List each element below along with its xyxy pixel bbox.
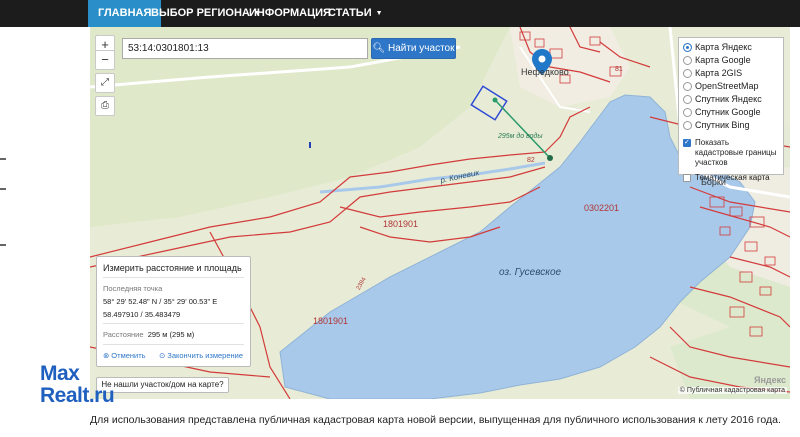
- layer-option-2gis[interactable]: Карта 2GIS: [683, 67, 779, 80]
- search-icon: 🔍︎: [372, 43, 386, 54]
- expand-icon: ⤢: [101, 77, 109, 88]
- thematic-map-checkbox[interactable]: Тематическая карта: [683, 173, 779, 183]
- radio-icon: [683, 121, 692, 130]
- top-navbar: ГЛАВНАЯ ВЫБОР РЕГИОНА ▼ ИНФОРМАЦИЯ СТАТЬИ…: [0, 0, 800, 27]
- edge-mark: [0, 188, 6, 190]
- distance-label: Расстояние: [103, 330, 144, 339]
- radio-icon: [683, 43, 692, 52]
- radio-icon: [683, 82, 692, 91]
- map-layers-panel: Карта Яндекс Карта Google Карта 2GIS Ope…: [678, 37, 784, 182]
- label-num-81: 81: [615, 66, 623, 73]
- measure-panel: Измерить расстояние и площадь Последняя …: [96, 256, 251, 367]
- label-num-82: 82: [527, 157, 535, 164]
- layer-option-yandex-satellite[interactable]: Спутник Яндекс: [683, 93, 779, 106]
- distance-row: Расстояние 295 м (295 м): [103, 330, 194, 339]
- measure-title: Измерить расстояние и площадь: [103, 263, 242, 273]
- distance-value: 295 м (295 м): [147, 330, 195, 339]
- layer-option-bing-satellite[interactable]: Спутник Bing: [683, 119, 779, 132]
- chevron-down-icon: ▼: [375, 10, 383, 17]
- zoom-out-button[interactable]: −: [95, 50, 115, 70]
- nav-region-label: ВЫБОР РЕГИОНА: [151, 7, 250, 19]
- finish-measure-link[interactable]: ⊙ Закончить измерение: [159, 351, 243, 360]
- logo-line-2: Realt.ru: [40, 384, 115, 407]
- fullscreen-button[interactable]: ⤢: [95, 73, 115, 93]
- edge-mark: [0, 244, 6, 246]
- site-logo[interactable]: Max Realt.ru: [40, 362, 115, 407]
- divider: [103, 344, 244, 345]
- logo-line-1: Max: [40, 362, 80, 385]
- layer-option-osm[interactable]: OpenStreetMap: [683, 80, 779, 93]
- nav-articles[interactable]: СТАТЬИ ▼: [318, 0, 393, 27]
- layer-option-yandex-map[interactable]: Карта Яндекс: [683, 41, 779, 54]
- close-icon: ⊗: [103, 351, 110, 360]
- label-block-bottom: 1801901: [313, 316, 349, 326]
- edge-mark: [0, 158, 6, 160]
- coords-dms: 58° 29' 52.48" N / 35° 29' 00.53" E: [103, 297, 218, 306]
- layer-option-google-map[interactable]: Карта Google: [683, 54, 779, 67]
- print-icon: ⎙: [101, 100, 109, 111]
- divider: [103, 323, 244, 324]
- find-parcel-button[interactable]: 🔍︎ Найти участок: [371, 38, 456, 59]
- check-icon: ⊙: [159, 351, 166, 360]
- label-block-top: 1801901: [383, 219, 419, 229]
- map-description-text: Для использования представлена публичная…: [90, 414, 781, 426]
- cadastral-borders-checkbox[interactable]: Показать кадастровые границы участков: [683, 138, 779, 168]
- page: ГЛАВНАЯ ВЫБОР РЕГИОНА ▼ ИНФОРМАЦИЯ СТАТЬИ…: [0, 0, 800, 437]
- label-village-nefedkovo: Нефедково: [521, 67, 569, 77]
- label-distance-note: 295м до воды: [498, 133, 543, 140]
- label-lake: оз. Гусевское: [499, 267, 562, 278]
- checkbox-icon: [683, 138, 691, 148]
- radio-icon: [683, 108, 692, 117]
- radio-icon: [683, 56, 692, 65]
- print-button[interactable]: ⎙: [95, 96, 115, 116]
- not-found-button[interactable]: Не нашли участок/дом на карте?: [96, 377, 229, 393]
- nav-articles-label: СТАТЬИ: [328, 7, 372, 19]
- coords-decimal: 58.497910 / 35.483479: [103, 310, 181, 319]
- find-parcel-label: Найти участок: [387, 43, 455, 54]
- label-block-0302201: 0302201: [584, 203, 620, 213]
- radio-icon: [683, 95, 692, 104]
- layer-option-google-satellite[interactable]: Спутник Google: [683, 106, 779, 119]
- last-point-label: Последняя точка: [103, 284, 163, 293]
- map-attribution-link[interactable]: © Публичная кадастровая карта: [677, 387, 787, 394]
- cancel-measure-link[interactable]: ⊗ Отменить: [103, 351, 146, 360]
- cadastral-search-input[interactable]: 53:14:0301801:13: [122, 38, 368, 59]
- cadastral-map[interactable]: Нефедково Борки оз. Гусевское р. Коневик…: [90, 27, 790, 399]
- radio-icon: [683, 69, 692, 78]
- divider: [103, 277, 244, 278]
- yandex-watermark: Яндекс: [753, 375, 786, 385]
- checkbox-icon: [683, 174, 691, 182]
